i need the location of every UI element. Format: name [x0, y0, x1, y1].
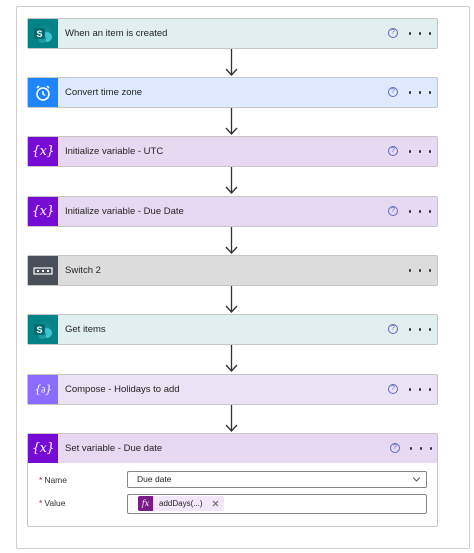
name-dropdown-value: Due date	[137, 474, 172, 484]
svg-text:S: S	[36, 29, 42, 39]
card-header[interactable]: {x} Set variable - Due date ?	[28, 434, 437, 463]
arrow-down-icon	[225, 227, 238, 254]
arrow-down-icon	[225, 49, 238, 76]
step-title: Convert time zone	[65, 87, 143, 98]
step-set-variable-due-date: {x} Set variable - Due date ? * Name Due …	[27, 433, 438, 527]
more-options-icon[interactable]	[409, 315, 431, 344]
name-label-text: Name	[44, 475, 67, 485]
expression-token[interactable]: fx addDays(...)	[138, 496, 224, 511]
value-label: * Value	[39, 498, 65, 508]
help-icon[interactable]: ?	[388, 87, 398, 97]
name-label: * Name	[39, 475, 67, 485]
help-icon[interactable]: ?	[388, 28, 398, 38]
more-options-icon[interactable]	[409, 78, 431, 107]
sharepoint-icon: S	[28, 315, 58, 344]
arrow-down-icon	[225, 167, 238, 194]
arrow-down-icon	[225, 405, 238, 432]
step-switch-2[interactable]: Switch 2	[27, 255, 438, 286]
chevron-down-icon	[412, 477, 421, 482]
name-dropdown[interactable]: Due date	[127, 471, 427, 488]
more-options-icon[interactable]	[409, 256, 431, 285]
variable-icon: {x}	[28, 197, 58, 226]
more-options-icon[interactable]	[409, 375, 431, 404]
arrow-down-icon	[225, 108, 238, 135]
value-input[interactable]: fx addDays(...)	[127, 494, 427, 514]
function-icon: fx	[138, 496, 153, 511]
step-title: Switch 2	[65, 265, 101, 276]
compose-icon: {∂}	[28, 375, 58, 404]
required-marker: *	[39, 475, 43, 485]
more-options-icon[interactable]	[409, 19, 431, 48]
value-label-text: Value	[44, 498, 66, 508]
help-icon[interactable]: ?	[388, 384, 398, 394]
step-title: Get items	[65, 324, 106, 335]
help-icon[interactable]: ?	[390, 443, 400, 453]
token-label: addDays(...)	[159, 499, 203, 508]
more-options-icon[interactable]	[409, 197, 431, 226]
more-options-icon[interactable]	[409, 137, 431, 166]
step-title: Set variable - Due date	[65, 443, 163, 454]
step-convert-time-zone[interactable]: Convert time zone ?	[27, 77, 438, 108]
variable-icon: {x}	[28, 137, 58, 166]
help-icon[interactable]: ?	[388, 324, 398, 334]
svg-text:S: S	[36, 325, 42, 335]
arrow-down-icon	[225, 286, 238, 313]
more-options-icon[interactable]	[410, 434, 432, 463]
step-compose-holidays[interactable]: {∂} Compose - Holidays to add ?	[27, 374, 438, 405]
step-when-item-created[interactable]: S When an item is created ?	[27, 18, 438, 49]
step-initialize-variable-due-date[interactable]: {x} Initialize variable - Due Date ?	[27, 196, 438, 227]
sharepoint-icon: S	[28, 19, 58, 48]
help-icon[interactable]: ?	[388, 146, 398, 156]
step-title: Initialize variable - UTC	[65, 146, 164, 157]
step-title: Compose - Holidays to add	[65, 384, 180, 395]
required-marker: *	[39, 498, 43, 508]
step-initialize-variable-utc[interactable]: {x} Initialize variable - UTC ?	[27, 136, 438, 167]
switch-icon	[28, 256, 58, 285]
arrow-down-icon	[225, 345, 238, 372]
help-icon[interactable]: ?	[388, 206, 398, 216]
remove-token-icon[interactable]	[212, 500, 219, 507]
variable-icon: {x}	[28, 434, 58, 463]
step-get-items[interactable]: S Get items ?	[27, 314, 438, 345]
alarm-clock-icon	[28, 78, 58, 107]
step-title: When an item is created	[65, 28, 168, 39]
step-title: Initialize variable - Due Date	[65, 206, 184, 217]
